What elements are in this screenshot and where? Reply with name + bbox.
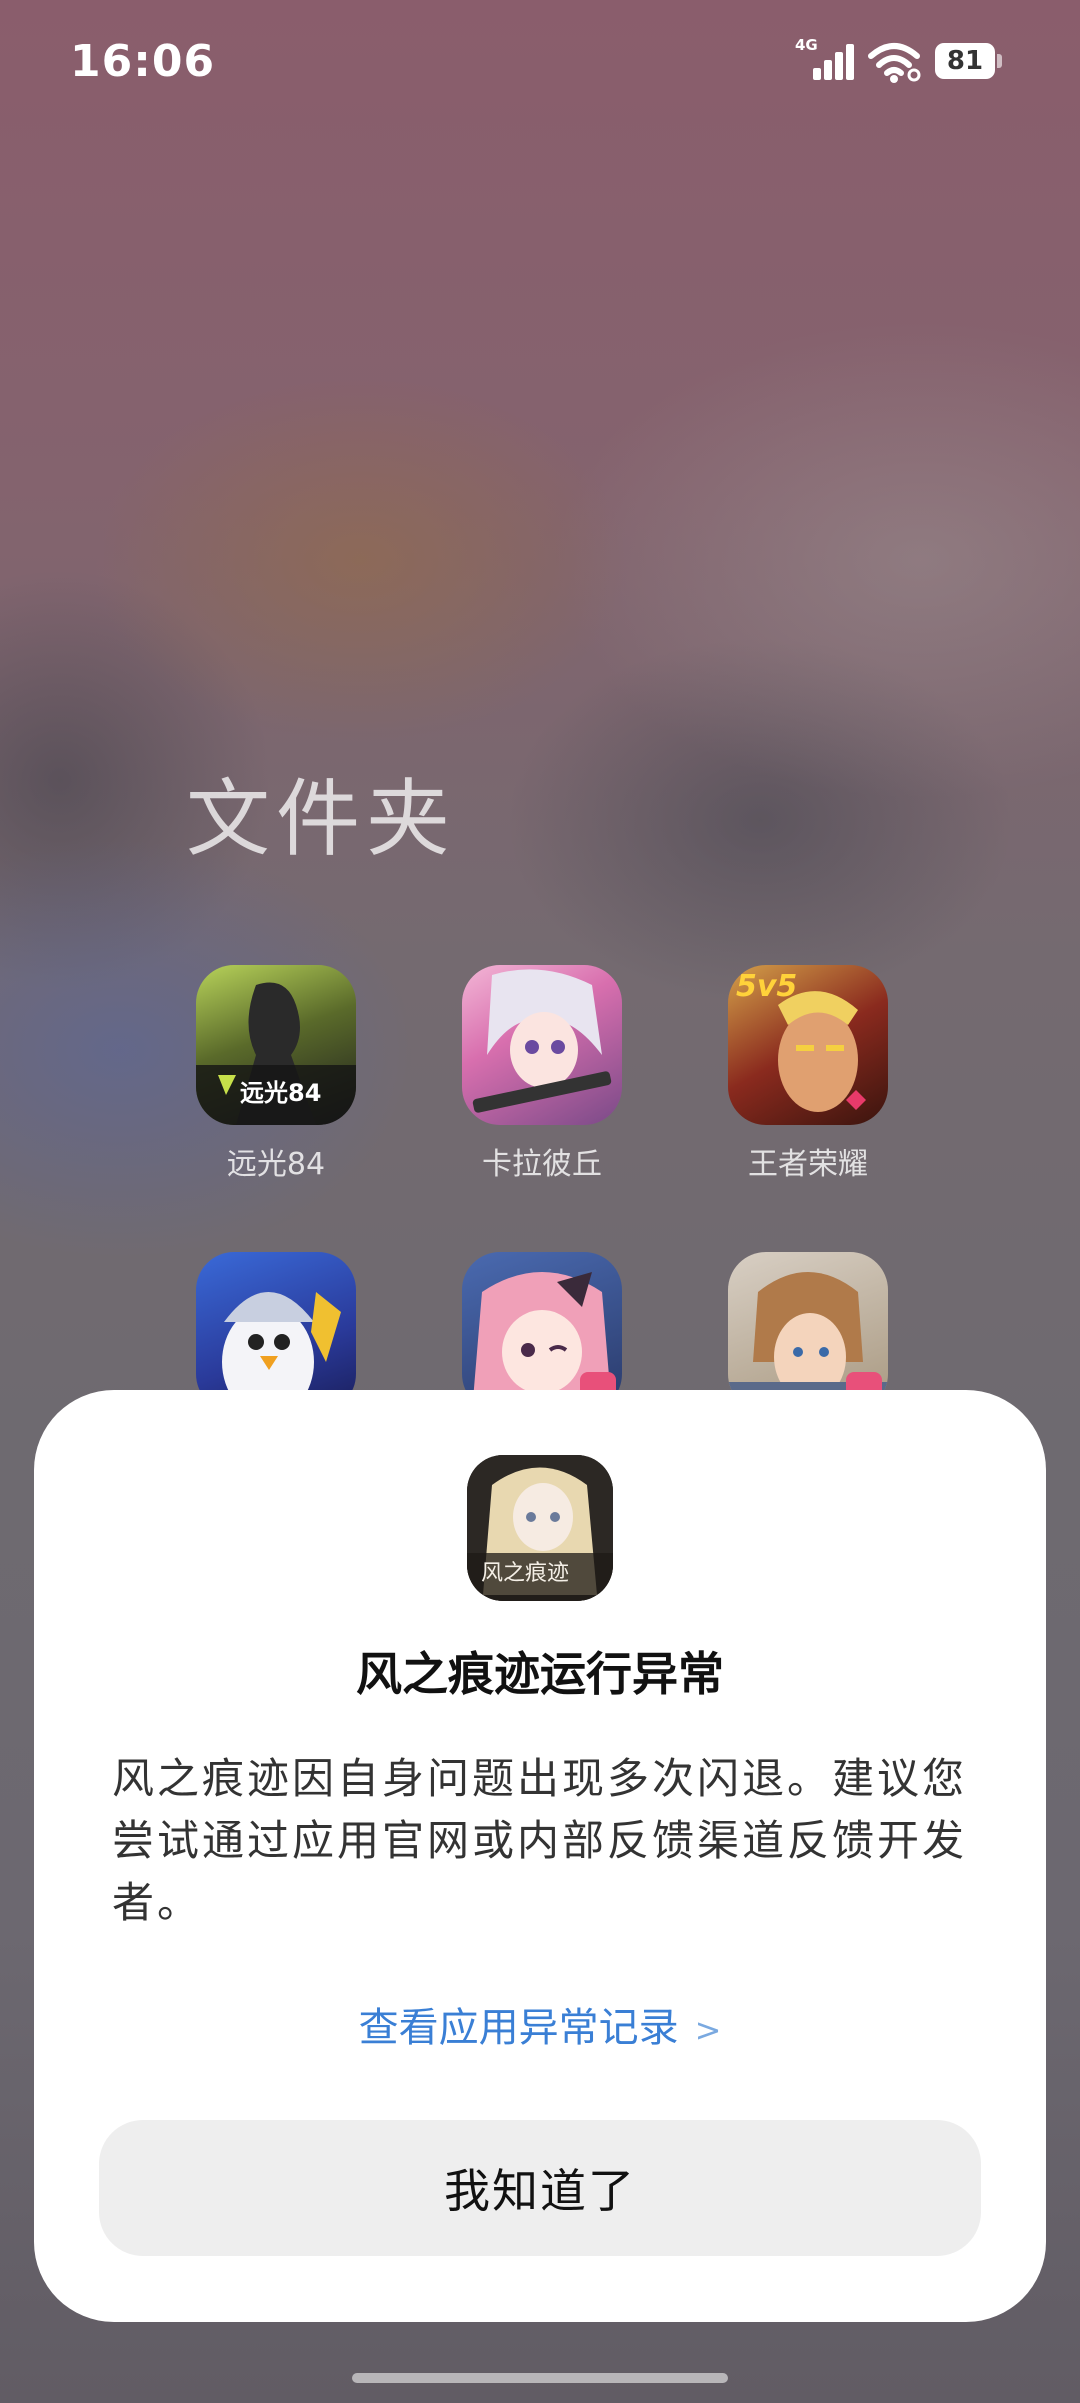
penguin-game-app-icon[interactable] [196, 1252, 356, 1412]
app-label: 王者荣耀 [748, 1147, 868, 1182]
app-label: 远光84 [226, 1147, 326, 1182]
yuanguang84-app-icon[interactable]: 远光84 [196, 965, 356, 1125]
app-penguin-game[interactable] [166, 1252, 386, 1412]
view-crash-log-label: 查看应用异常记录 [358, 2005, 679, 2051]
yuanguang84-icon-text: 远光84 [240, 1079, 322, 1107]
chevron-right-icon: > [694, 2011, 722, 2049]
app-yuanguang84[interactable]: 远光84 远光84 [166, 965, 386, 1183]
anime-girl-game-app-icon[interactable] [462, 1252, 622, 1412]
dialog-message: 风之痕迹因自身问题出现多次闪退。建议您尝试通过应用官网或内部反馈渠道反馈开发者。 [112, 1754, 968, 1927]
wangzherongyao-icon-text: 5v5 [736, 969, 798, 1004]
app-anime-boy-game[interactable] [698, 1252, 918, 1412]
network-type: 4G [795, 36, 818, 54]
wifi-icon [868, 43, 921, 83]
app-wangzherongyao[interactable]: 5v5 王者荣耀 [698, 965, 918, 1183]
view-crash-log-link[interactable]: 查看应用异常记录 > [34, 1995, 1046, 2053]
battery-icon: 81 [935, 43, 1005, 79]
dialog-title: 风之痕迹运行异常 [356, 1647, 724, 1701]
anime-boy-game-app-icon[interactable] [728, 1252, 888, 1412]
app-anime-girl-game[interactable] [432, 1252, 652, 1412]
app-crash-dialog: 风之痕迹 风之痕迹运行异常 风之痕迹因自身问题出现多次闪退。建议您尝试通过应用官… [34, 1390, 1046, 2322]
app-label: 卡拉彼丘 [482, 1147, 602, 1182]
signal-icon: 4G [795, 36, 854, 84]
status-time: 16:06 [70, 36, 216, 87]
kalabiqiu-app-icon[interactable] [462, 965, 622, 1125]
fengzhihenji-app-icon: 风之痕迹 [467, 1455, 613, 1601]
app-kalabiqiu[interactable]: 卡拉彼丘 [432, 965, 652, 1183]
wangzherongyao-app-icon[interactable]: 5v5 [728, 965, 888, 1125]
fengzhihenji-icon-text: 风之痕迹 [481, 1561, 570, 1586]
home-indicator[interactable] [352, 2373, 728, 2383]
status-icons: 4G 81 [795, 36, 1005, 86]
acknowledge-button[interactable]: 我知道了 [99, 2120, 981, 2256]
folder-title[interactable]: 文件夹 [186, 752, 456, 873]
battery-level: 81 [946, 46, 984, 76]
